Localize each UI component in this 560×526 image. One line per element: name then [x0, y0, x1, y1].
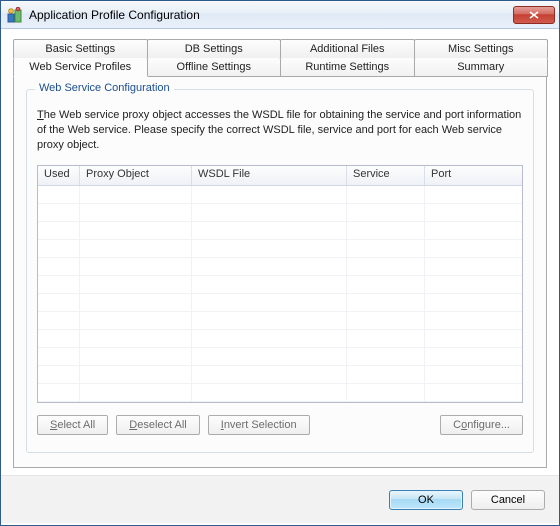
close-button[interactable]	[513, 6, 555, 24]
table-row	[38, 204, 522, 222]
col-used[interactable]: Used	[38, 166, 80, 185]
description-text: The Web service proxy object accesses th…	[37, 108, 523, 153]
grid-body	[38, 186, 522, 402]
table-row	[38, 240, 522, 258]
table-row	[38, 348, 522, 366]
button-row: Select All Deselect All Invert Selection…	[37, 415, 523, 435]
select-all-button[interactable]: Select All	[37, 415, 108, 435]
col-service[interactable]: Service	[347, 166, 425, 185]
deselect-all-button[interactable]: Deselect All	[116, 415, 199, 435]
invert-selection-button[interactable]: Invert Selection	[208, 415, 310, 435]
col-proxy-object[interactable]: Proxy Object	[80, 166, 192, 185]
table-row	[38, 330, 522, 348]
dialog-footer: OK Cancel	[1, 475, 559, 523]
tabstrip: Basic Settings DB Settings Additional Fi…	[13, 39, 547, 468]
tab-basic-settings[interactable]: Basic Settings	[13, 39, 148, 58]
table-row	[38, 294, 522, 312]
tab-additional-files[interactable]: Additional Files	[280, 39, 415, 58]
proxy-grid[interactable]: Used Proxy Object WSDL File Service Port	[37, 165, 523, 403]
web-service-groupbox: Web Service Configuration The Web servic…	[26, 89, 534, 453]
table-row	[38, 258, 522, 276]
ok-button[interactable]: OK	[389, 490, 463, 510]
tab-misc-settings[interactable]: Misc Settings	[414, 39, 549, 58]
tab-runtime-settings[interactable]: Runtime Settings	[280, 58, 415, 77]
window-title: Application Profile Configuration	[29, 8, 513, 22]
app-icon	[7, 7, 23, 23]
groupbox-title: Web Service Configuration	[35, 82, 174, 94]
col-wsdl-file[interactable]: WSDL File	[192, 166, 347, 185]
table-row	[38, 384, 522, 402]
table-row	[38, 276, 522, 294]
tab-summary[interactable]: Summary	[414, 58, 549, 77]
tab-offline-settings[interactable]: Offline Settings	[147, 58, 282, 77]
tab-web-service-profiles[interactable]: Web Service Profiles	[13, 58, 148, 77]
tab-panel: Web Service Configuration The Web servic…	[13, 76, 547, 468]
tab-db-settings[interactable]: DB Settings	[147, 39, 282, 58]
titlebar: Application Profile Configuration	[1, 1, 559, 29]
grid-header: Used Proxy Object WSDL File Service Port	[38, 166, 522, 186]
cancel-button[interactable]: Cancel	[471, 490, 545, 510]
table-row	[38, 312, 522, 330]
configure-button[interactable]: Configure...	[440, 415, 523, 435]
table-row	[38, 222, 522, 240]
table-row	[38, 366, 522, 384]
content-area: Basic Settings DB Settings Additional Fi…	[1, 29, 559, 475]
table-row	[38, 186, 522, 204]
col-port[interactable]: Port	[425, 166, 522, 185]
